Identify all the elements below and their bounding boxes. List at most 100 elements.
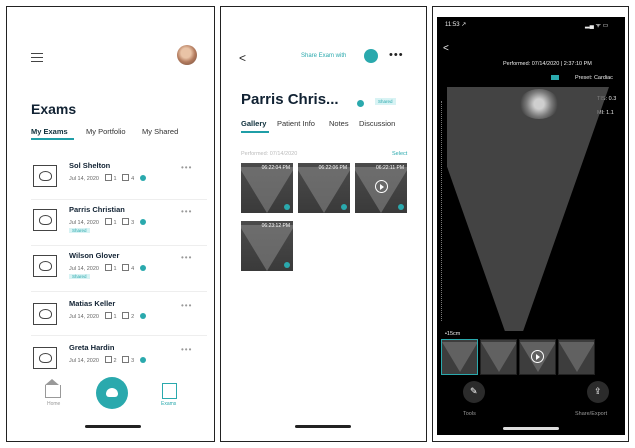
divider bbox=[31, 335, 207, 336]
report-count: 1 bbox=[113, 314, 117, 320]
status-time: 11:53 ↗ bbox=[445, 22, 467, 28]
cloud-sync-icon bbox=[139, 219, 146, 225]
exams-list-screen: Exams My Exams My Portfolio My Shared So… bbox=[6, 6, 215, 442]
tab-patient-info[interactable]: Patient Info bbox=[277, 119, 315, 128]
thumbnail-strip-item[interactable] bbox=[441, 339, 478, 375]
exam-thumbnail-icon bbox=[30, 206, 57, 231]
more-options-icon[interactable]: ••• bbox=[181, 345, 192, 354]
exam-detail-screen: < Share Exam with ••• Parris Chris... Sh… bbox=[220, 6, 427, 442]
depth-scale bbox=[441, 101, 444, 321]
thumbnail-strip-item[interactable] bbox=[558, 339, 595, 375]
share-export-button[interactable]: ⇪ bbox=[587, 381, 609, 403]
more-options-icon[interactable]: ••• bbox=[181, 163, 192, 172]
report-icon bbox=[104, 174, 112, 181]
pencil-icon: ✎ bbox=[470, 386, 478, 396]
cloud-sync-icon bbox=[341, 204, 347, 210]
gallery-image-tile[interactable]: 06:23:12 PM bbox=[241, 221, 293, 271]
list-item[interactable]: Matias Keller Jul 14, 2020 1 2 ••• bbox=[17, 299, 207, 344]
tab-my-exams[interactable]: My Exams bbox=[31, 127, 68, 136]
menu-icon[interactable] bbox=[31, 53, 43, 65]
exam-date: Jul 14, 2020 bbox=[69, 220, 99, 226]
exam-meta: Jul 14, 2020 1 3 bbox=[69, 218, 146, 226]
gallery-image-tile[interactable]: 06:22:04 PM bbox=[241, 163, 293, 213]
image-icon bbox=[122, 356, 130, 363]
gallery-image-tile[interactable]: 06:22:06 PM bbox=[298, 163, 350, 213]
exam-date: Jul 14, 2020 bbox=[69, 358, 99, 364]
more-options-icon[interactable]: ••• bbox=[181, 301, 192, 310]
shared-badge: Shared bbox=[375, 98, 396, 105]
performed-date: Performed: 07/14/2020 bbox=[241, 151, 298, 157]
list-item[interactable]: Wilson Glover Jul 14, 2020 1 4 Shared ••… bbox=[17, 251, 207, 296]
probe-icon bbox=[551, 75, 559, 80]
cloud-sync-icon bbox=[357, 100, 364, 107]
play-icon[interactable] bbox=[375, 180, 388, 193]
tile-timestamp: 06:22:04 PM bbox=[261, 165, 290, 171]
page-title: Exams bbox=[31, 101, 77, 117]
exam-patient-name: Matias Keller bbox=[69, 299, 116, 308]
thumbnail-strip-item[interactable] bbox=[480, 339, 517, 375]
exams-icon[interactable] bbox=[162, 383, 177, 399]
share-exam-label[interactable]: Share Exam with bbox=[301, 53, 346, 59]
ultrasound-image[interactable] bbox=[447, 81, 625, 331]
divider bbox=[31, 199, 207, 200]
home-icon[interactable] bbox=[45, 379, 61, 398]
image-count: 4 bbox=[131, 266, 135, 272]
tab-my-shared[interactable]: My Shared bbox=[142, 127, 178, 136]
performed-datetime: Performed: 07/14/2020 | 2:37:10 PM bbox=[503, 61, 592, 67]
share-exam-icon[interactable] bbox=[364, 49, 378, 63]
cloud-sync-icon bbox=[398, 204, 404, 210]
patient-name-title: Parris Chris... bbox=[241, 91, 339, 108]
home-indicator bbox=[503, 427, 559, 430]
more-options-icon[interactable]: ••• bbox=[389, 49, 404, 61]
cloud-sync-icon bbox=[139, 313, 146, 319]
tile-timestamp: 06:22:11 PM bbox=[376, 165, 404, 171]
new-scan-button[interactable] bbox=[96, 377, 128, 409]
report-icon bbox=[104, 312, 112, 319]
home-indicator bbox=[295, 425, 351, 428]
exam-thumbnail-icon bbox=[30, 252, 57, 277]
tools-button[interactable]: ✎ bbox=[463, 381, 485, 403]
cloud-sync-icon bbox=[139, 265, 146, 271]
exam-meta: Jul 14, 2020 1 4 bbox=[69, 174, 146, 182]
shared-badge: Shared bbox=[69, 228, 90, 233]
tab-discussion[interactable]: Discussion bbox=[359, 119, 395, 128]
image-icon bbox=[122, 312, 130, 319]
report-count: 1 bbox=[113, 176, 117, 182]
avatar[interactable] bbox=[177, 45, 197, 65]
image-count: 4 bbox=[131, 176, 135, 182]
tab-gallery[interactable]: Gallery bbox=[241, 119, 266, 128]
back-button[interactable]: < bbox=[239, 51, 246, 65]
back-button[interactable]: < bbox=[443, 43, 449, 54]
tab-notes[interactable]: Notes bbox=[329, 119, 349, 128]
report-count: 1 bbox=[113, 266, 117, 272]
exam-meta: Jul 14, 2020 2 3 bbox=[69, 356, 146, 364]
exam-thumbnail-icon bbox=[30, 300, 57, 325]
report-icon bbox=[104, 264, 112, 271]
more-options-icon[interactable]: ••• bbox=[181, 207, 192, 216]
image-icon bbox=[122, 218, 130, 225]
exam-thumbnail-icon bbox=[30, 344, 57, 369]
thumbnail-strip-item[interactable] bbox=[519, 339, 556, 375]
gallery-video-tile[interactable]: 06:22:11 PM bbox=[355, 163, 407, 213]
list-item[interactable]: Parris Christian Jul 14, 2020 1 3 Shared… bbox=[17, 205, 207, 250]
report-icon bbox=[104, 218, 112, 225]
cloud-sync-icon bbox=[284, 204, 290, 210]
more-options-icon[interactable]: ••• bbox=[181, 253, 192, 262]
tab-my-portfolio[interactable]: My Portfolio bbox=[86, 127, 126, 136]
exam-meta: Jul 14, 2020 1 4 bbox=[69, 264, 146, 272]
exam-patient-name: Wilson Glover bbox=[69, 251, 120, 260]
image-count: 2 bbox=[131, 314, 135, 320]
status-icons: ▂▄ ᯤ ▭ bbox=[585, 23, 609, 29]
active-tab-underline bbox=[241, 131, 269, 133]
share-icon: ⇪ bbox=[594, 386, 602, 396]
play-icon[interactable] bbox=[531, 350, 544, 363]
report-icon bbox=[104, 356, 112, 363]
cloud-sync-icon bbox=[139, 175, 146, 181]
home-indicator bbox=[85, 425, 141, 428]
nav-exams-label[interactable]: Exams bbox=[161, 401, 176, 407]
nav-home-label[interactable]: Home bbox=[47, 401, 60, 407]
exam-patient-name: Parris Christian bbox=[69, 205, 125, 214]
share-export-label: Share/Export bbox=[575, 411, 608, 417]
select-button[interactable]: Select bbox=[392, 151, 407, 157]
exam-thumbnail-icon bbox=[30, 162, 57, 187]
